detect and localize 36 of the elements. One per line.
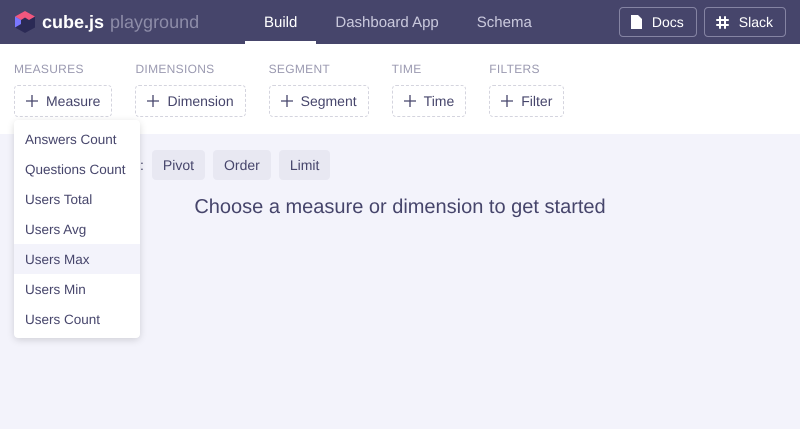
document-icon — [630, 15, 642, 29]
section-title: DIMENSIONS — [135, 62, 216, 76]
plus-icon — [26, 95, 38, 107]
menu-item[interactable]: Users Count — [14, 304, 140, 334]
menu-item[interactable]: Users Total — [14, 184, 140, 214]
add-button[interactable]: Measure — [14, 85, 112, 117]
add-button[interactable]: Segment — [268, 85, 369, 117]
docs-button[interactable]: Docs — [618, 7, 697, 37]
add-button[interactable]: Dimension — [135, 85, 246, 117]
plus-icon — [280, 95, 293, 107]
settings-button[interactable]: Order — [213, 150, 271, 180]
section-title: FILTERS — [489, 62, 541, 76]
menu-item[interactable]: Questions Count — [14, 154, 140, 184]
menu-item[interactable]: Users Max — [14, 244, 140, 274]
slack-button[interactable]: Slack — [704, 7, 786, 37]
plus-icon — [404, 95, 416, 107]
hash-icon — [716, 16, 729, 28]
section-title: SEGMENT — [268, 62, 332, 76]
cube-logo-icon — [14, 10, 36, 34]
section-title: MEASURES — [14, 62, 85, 76]
logo-subtitle: playground — [110, 12, 200, 32]
section-title: TIME — [392, 62, 423, 76]
plus-icon — [147, 95, 160, 107]
plus-icon — [501, 95, 514, 107]
menu-item[interactable]: Users Avg — [14, 214, 140, 244]
add-button[interactable]: Filter — [489, 85, 564, 117]
settings-button[interactable]: Limit — [278, 150, 330, 180]
logo-name: cube.js — [42, 12, 104, 32]
settings-button[interactable]: Pivot — [152, 150, 206, 180]
menu-item[interactable]: Answers Count — [14, 124, 140, 154]
nav-tab[interactable]: Dashboard App — [316, 0, 458, 44]
empty-state-message: Choose a measure or dimension to get started — [194, 196, 606, 219]
add-button[interactable]: Time — [392, 85, 466, 117]
menu-item[interactable]: Users Min — [14, 274, 140, 304]
settings-label: : — [140, 157, 144, 173]
nav-tab[interactable]: Schema — [458, 0, 551, 44]
